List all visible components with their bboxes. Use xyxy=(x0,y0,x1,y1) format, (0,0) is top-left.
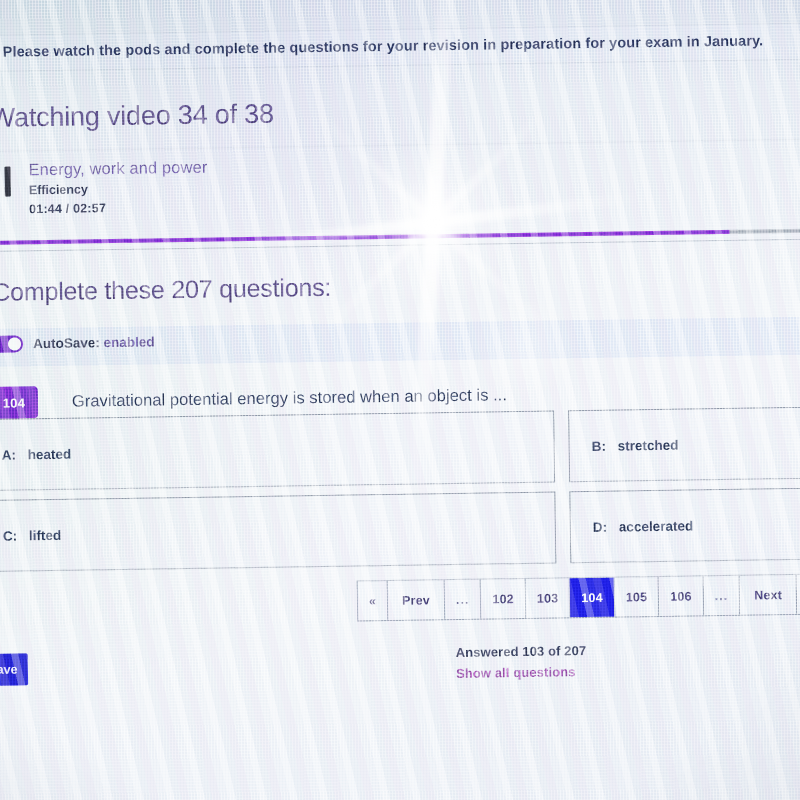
pagination-page-102[interactable]: 102 xyxy=(481,578,527,619)
pause-icon[interactable] xyxy=(0,166,15,197)
video-progress-fill xyxy=(0,229,730,246)
save-button[interactable]: Save xyxy=(0,653,29,687)
autosave-label: AutoSave: enabled xyxy=(33,334,155,351)
status-block: Answered 103 of 207 Show all questions xyxy=(456,642,587,684)
answer-row: A: heated B: stretched xyxy=(0,404,800,492)
pagination-page-106[interactable]: 106 xyxy=(658,576,705,616)
pagination-page-104[interactable]: 104 xyxy=(570,577,616,618)
autosave-value: enabled xyxy=(103,334,155,351)
toggle-knob xyxy=(7,337,22,351)
question-text: Gravitational potential energy is stored… xyxy=(71,385,508,411)
video-timecode: 01:44 / 02:57 xyxy=(28,201,107,217)
answered-count: Answered 103 of 207 xyxy=(455,643,587,660)
pagination-page-103[interactable]: 103 xyxy=(525,578,571,618)
answer-letter: C: xyxy=(2,527,18,544)
divider-above-player xyxy=(0,138,800,153)
video-heading: Watching video 34 of 38 xyxy=(0,98,275,133)
question-number-badge: 104 xyxy=(0,386,39,419)
pagination-ellipsis-left: ... xyxy=(444,579,482,620)
notice-banner: Please watch the pods and complete the q… xyxy=(0,22,800,72)
video-subtopic: Efficiency xyxy=(28,182,88,198)
autosave-label-text: AutoSave: xyxy=(32,335,100,352)
pagination: « Prev ... 102 103 104 105 106 ... Next … xyxy=(356,573,800,622)
answer-letter: A: xyxy=(1,446,17,463)
answer-option-d[interactable]: D: accelerated xyxy=(569,486,800,564)
show-all-questions-link[interactable]: Show all questions xyxy=(456,663,587,684)
pagination-prev[interactable]: Prev xyxy=(387,580,446,620)
questions-heading: Complete these 207 questions: xyxy=(0,273,332,307)
video-progress-track[interactable] xyxy=(0,228,800,246)
photographed-screen: Please watch the pods and complete the q… xyxy=(0,0,800,800)
answer-letter: D: xyxy=(592,519,608,535)
answer-options: A: heated B: stretched C: lifted D: acce… xyxy=(0,404,800,581)
video-meta: Energy, work and power Efficiency 01:44 … xyxy=(28,158,208,218)
answer-row: C: lifted D: accelerated xyxy=(0,485,800,573)
notice-text: Please watch the pods and complete the q… xyxy=(2,33,764,61)
answer-option-a[interactable]: A: heated xyxy=(0,410,556,492)
pagination-next[interactable]: Next xyxy=(739,574,798,615)
video-topic: Energy, work and power xyxy=(28,158,208,180)
video-player[interactable]: Energy, work and power Efficiency 01:44 … xyxy=(0,158,208,218)
answer-text: heated xyxy=(27,446,72,462)
autosave-toggle[interactable] xyxy=(0,335,24,353)
pagination-page-105[interactable]: 105 xyxy=(614,576,660,617)
answer-letter: B: xyxy=(591,438,607,454)
pagination-first[interactable]: « xyxy=(357,580,389,621)
pagination-ellipsis-right: ... xyxy=(703,575,741,616)
screen-surface: Please watch the pods and complete the q… xyxy=(0,0,800,800)
answer-text: accelerated xyxy=(618,517,694,535)
answer-option-c[interactable]: C: lifted xyxy=(0,491,557,573)
autosave-row[interactable]: AutoSave: enabled xyxy=(0,333,155,353)
answer-text: lifted xyxy=(28,527,62,543)
answer-option-b[interactable]: B: stretched xyxy=(568,405,800,483)
quiz-page: Please watch the pods and complete the q… xyxy=(0,0,800,800)
answer-text: stretched xyxy=(617,437,679,454)
